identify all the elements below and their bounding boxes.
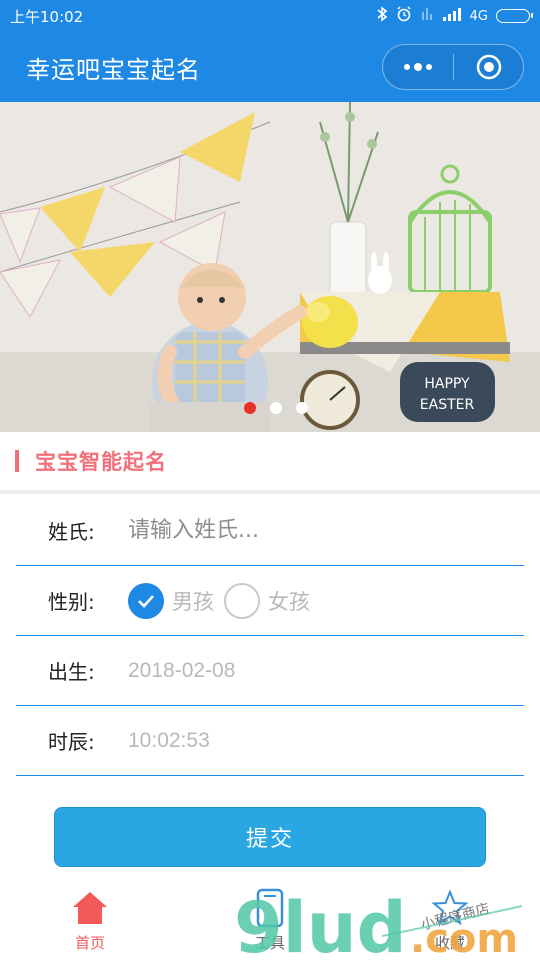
miniprogram-capsule [382,44,524,90]
target-close-icon [476,54,501,80]
tab-favorites-label: 收藏 [434,934,465,952]
gender-radio-boy[interactable] [128,582,164,619]
battery-icon [496,9,533,23]
more-dot-center [414,63,422,71]
signal-icon [442,7,462,25]
gender-radio-group: 男孩 女孩 [128,582,320,619]
tab-tools-label: 工具 [254,934,285,952]
carousel-dots [0,402,540,414]
status-icons: 4G [376,6,533,26]
gender-radio-girl[interactable] [224,582,260,619]
carousel-dot-3[interactable] [296,402,308,414]
gender-option-boy-label[interactable]: 男孩 [172,586,214,616]
gender-label: 性别: [48,590,95,614]
status-bar: 上午10:02 4G [0,0,540,32]
star-icon [431,888,469,928]
birth-time-picker[interactable]: 10:02:53 [128,729,210,753]
tab-bar: 首页 工具 收藏 [0,878,540,960]
birth-time-row[interactable]: 时辰: 10:02:53 [16,706,524,776]
checkmark-icon [138,594,154,608]
birth-date-row[interactable]: 出生: 2018-02-08 [16,636,524,706]
birth-date-picker[interactable]: 2018-02-08 [128,659,235,683]
submit-button[interactable]: 提交 [54,807,486,867]
carousel-dot-2[interactable] [270,402,282,414]
bluetooth-icon [376,6,388,26]
surname-input[interactable] [128,496,524,565]
tab-home[interactable]: 首页 [0,878,180,960]
more-dot-right [426,64,432,70]
section-accent-bar [15,450,19,472]
gender-row: 性别: 男孩 女孩 [16,566,524,636]
close-miniprogram-button[interactable] [454,45,523,89]
section-header: 宝宝智能起名 [0,432,540,494]
page-title: 幸运吧宝宝起名 [26,55,201,84]
status-time: 上午10:02 [10,7,84,26]
tab-favorites[interactable]: 收藏 [360,878,540,960]
gender-option-girl-label[interactable]: 女孩 [268,586,310,616]
tab-home-label: 首页 [74,934,105,952]
alarm-icon [396,6,412,26]
home-icon [71,888,109,928]
surname-row: 姓氏: [16,496,524,566]
surname-label: 姓氏: [48,520,95,544]
signal-off-icon [420,6,434,26]
banner-image: HAPPY EASTER [0,102,540,432]
more-menu-button[interactable] [383,45,453,89]
nav-bar: 幸运吧宝宝起名 [0,32,540,102]
svg-text:HAPPY: HAPPY [424,376,470,392]
section-title: 宝宝智能起名 [35,450,167,474]
phone-icon [255,888,285,928]
network-type: 4G [469,8,488,24]
birth-date-label: 出生: [48,660,95,684]
tab-tools[interactable]: 工具 [180,878,360,960]
carousel-dot-1[interactable] [244,402,256,414]
birth-time-label: 时辰: [48,730,95,754]
banner-carousel[interactable]: HAPPY EASTER [0,102,540,432]
more-dots-icon [404,64,410,70]
